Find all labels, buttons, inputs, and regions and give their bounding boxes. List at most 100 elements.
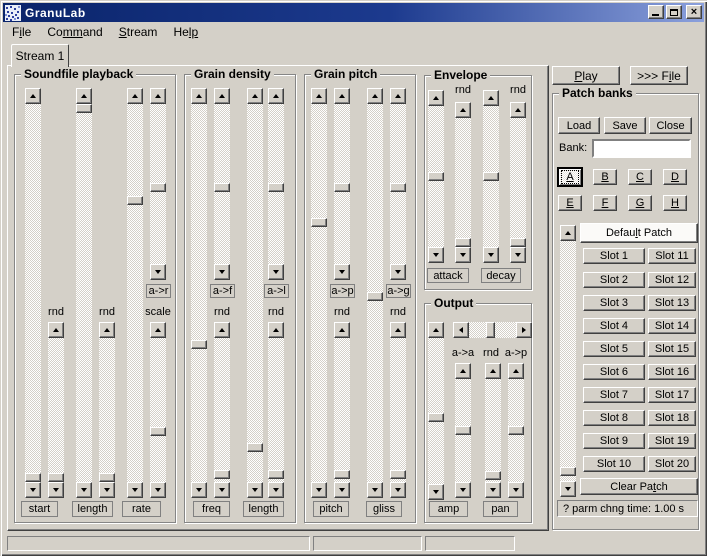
right-arrow-button[interactable]: [516, 322, 532, 338]
up-arrow-button[interactable]: [485, 363, 501, 379]
slot-4-button[interactable]: Slot 4: [583, 318, 645, 334]
slider-track[interactable]: [48, 338, 64, 482]
menu-command[interactable]: Command: [45, 24, 104, 40]
tab-stream-1[interactable]: Stream 1: [11, 44, 69, 67]
slider-track[interactable]: [150, 104, 166, 264]
slider-thumb[interactable]: [367, 292, 383, 301]
patch-scrollbar[interactable]: [560, 225, 576, 497]
bank-g-button[interactable]: G: [628, 195, 652, 211]
slot-5-button[interactable]: Slot 5: [583, 341, 645, 357]
slider-pan[interactable]: [453, 322, 532, 338]
down-arrow-button[interactable]: [150, 264, 166, 280]
slider-track[interactable]: [99, 338, 115, 482]
down-arrow-button[interactable]: [268, 264, 284, 280]
slider-gliss[interactable]: [367, 88, 383, 498]
slider-thumb[interactable]: [510, 238, 526, 247]
slider-length-rnd[interactable]: [99, 322, 115, 498]
slider-track[interactable]: [247, 104, 263, 482]
down-arrow-button[interactable]: [214, 482, 230, 498]
down-arrow-button[interactable]: [311, 482, 327, 498]
minimize-button[interactable]: [648, 5, 664, 19]
play-button[interactable]: Play: [552, 66, 620, 85]
up-arrow-button[interactable]: [247, 88, 263, 104]
slot-16-button[interactable]: Slot 16: [648, 364, 696, 380]
slider-thumb[interactable]: [214, 470, 230, 479]
down-arrow-button[interactable]: [334, 482, 350, 498]
slider-thumb[interactable]: [150, 183, 166, 192]
scrollbar-track[interactable]: [560, 241, 576, 481]
slot-15-button[interactable]: Slot 15: [648, 341, 696, 357]
down-arrow-button[interactable]: [428, 247, 444, 263]
slider-thumb[interactable]: [127, 196, 143, 205]
up-arrow-button[interactable]: [311, 88, 327, 104]
up-arrow-button[interactable]: [48, 322, 64, 338]
clear-patch-button[interactable]: Clear Patch: [580, 478, 698, 495]
scrollbar-thumb[interactable]: [560, 467, 576, 476]
slider-track[interactable]: [390, 338, 406, 482]
slider-thumb[interactable]: [25, 473, 41, 482]
slider-track[interactable]: [25, 104, 41, 482]
maximize-button[interactable]: [666, 5, 682, 19]
up-arrow-button[interactable]: [76, 88, 92, 104]
slider-thumb[interactable]: [508, 426, 524, 435]
slider-freq[interactable]: [191, 88, 207, 498]
slider-mod-pitch[interactable]: [334, 88, 350, 280]
up-arrow-button[interactable]: [428, 90, 444, 106]
slider-thumb[interactable]: [214, 183, 230, 192]
slider-mod-amp[interactable]: [455, 363, 471, 498]
slot-8-button[interactable]: Slot 8: [583, 410, 645, 426]
slider-track[interactable]: [214, 104, 230, 264]
slider-mod-gliss[interactable]: [390, 88, 406, 280]
up-arrow-button[interactable]: [508, 363, 524, 379]
up-arrow-button[interactable]: [214, 88, 230, 104]
bank-name-input[interactable]: [592, 139, 691, 158]
down-arrow-button[interactable]: [247, 482, 263, 498]
load-button[interactable]: Load: [558, 117, 600, 134]
up-arrow-button[interactable]: [334, 322, 350, 338]
down-arrow-button[interactable]: [334, 264, 350, 280]
slider-start-rnd[interactable]: [48, 322, 64, 498]
slot-2-button[interactable]: Slot 2: [583, 272, 645, 288]
slider-attack-rnd[interactable]: [455, 102, 471, 263]
to-file-button[interactable]: >>> File: [630, 66, 688, 85]
down-arrow-button[interactable]: [510, 247, 526, 263]
up-arrow-button[interactable]: [334, 88, 350, 104]
down-arrow-button[interactable]: [76, 482, 92, 498]
slot-13-button[interactable]: Slot 13: [648, 295, 696, 311]
slider-track[interactable]: [311, 104, 327, 482]
down-arrow-button[interactable]: [214, 264, 230, 280]
slider-thumb[interactable]: [311, 218, 327, 227]
slider-mod-pan[interactable]: [508, 363, 524, 498]
up-arrow-button[interactable]: [390, 322, 406, 338]
slider-thumb[interactable]: [390, 470, 406, 479]
up-arrow-button[interactable]: [455, 363, 471, 379]
up-arrow-button[interactable]: [127, 88, 143, 104]
slider-track[interactable]: [334, 338, 350, 482]
slider-track[interactable]: [191, 104, 207, 482]
bank-c-button[interactable]: C: [628, 169, 652, 185]
slider-thumb[interactable]: [99, 473, 115, 482]
slider-pitch[interactable]: [311, 88, 327, 498]
up-arrow-button[interactable]: [268, 88, 284, 104]
up-arrow-button[interactable]: [390, 88, 406, 104]
left-arrow-button[interactable]: [453, 322, 469, 338]
slider-track[interactable]: [127, 104, 143, 482]
slider-track[interactable]: [455, 118, 471, 247]
slider-thumb[interactable]: [247, 443, 263, 452]
slot-1-button[interactable]: Slot 1: [583, 248, 645, 264]
slider-thumb[interactable]: [428, 413, 444, 422]
slider-thumb[interactable]: [486, 322, 495, 338]
up-arrow-button[interactable]: [150, 322, 166, 338]
slider-thumb[interactable]: [150, 427, 166, 436]
slider-thumb[interactable]: [483, 172, 499, 181]
down-arrow-button[interactable]: [367, 482, 383, 498]
menu-help[interactable]: Help: [171, 24, 200, 40]
close-bank-button[interactable]: Close: [649, 117, 692, 134]
slider-track[interactable]: [150, 338, 166, 482]
up-arrow-button[interactable]: [25, 88, 41, 104]
slider-track[interactable]: [485, 379, 501, 482]
down-arrow-button[interactable]: [455, 247, 471, 263]
slider-freq-rnd[interactable]: [214, 322, 230, 498]
slider-thumb[interactable]: [455, 426, 471, 435]
slot-6-button[interactable]: Slot 6: [583, 364, 645, 380]
